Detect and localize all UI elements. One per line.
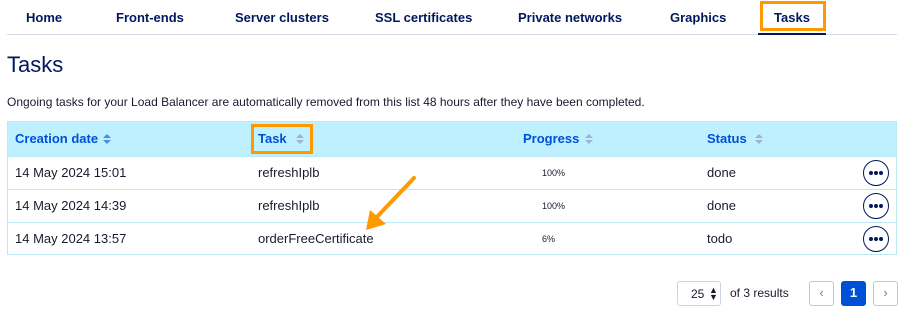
row-actions-button[interactable] <box>863 193 889 219</box>
page-1-button[interactable]: 1 <box>841 281 866 306</box>
tab-ssl-certificates[interactable]: SSL certificates <box>375 0 472 35</box>
progress-cell: 6% <box>542 234 556 244</box>
row-actions-button[interactable] <box>863 160 889 186</box>
chevron-left-icon: ‹ <box>819 285 824 300</box>
next-page-button[interactable]: › <box>873 281 898 306</box>
sort-icon[interactable] <box>755 134 763 146</box>
page-description: Ongoing tasks for your Load Balancer are… <box>7 95 645 109</box>
task-cell: refreshIplb <box>258 198 320 213</box>
updown-chevron-icon: ▲ ▼ <box>709 285 718 302</box>
sort-icon[interactable] <box>296 134 304 146</box>
progress-cell: 100% <box>542 201 566 211</box>
tab-tasks[interactable]: Tasks <box>758 0 826 35</box>
page-title: Tasks <box>7 52 64 77</box>
table-row: 14 May 2024 14:39 refreshIplb 100% done <box>8 189 896 222</box>
chevron-right-icon: › <box>883 285 888 300</box>
tab-graphics[interactable]: Graphics <box>670 0 726 35</box>
table-header: Creation date Task Progress Status <box>8 122 896 156</box>
tab-front-ends[interactable]: Front-ends <box>116 0 184 35</box>
page-size-value: 25 <box>691 287 705 301</box>
tab-bar: Home Front-ends Server clusters SSL cert… <box>7 0 897 35</box>
sort-icon[interactable] <box>103 134 111 146</box>
results-count: of 3 results <box>730 286 789 300</box>
task-cell: orderFreeCertificate <box>258 231 374 246</box>
tasks-table: Creation date Task Progress Status 14 Ma… <box>7 121 897 255</box>
row-actions-button[interactable] <box>863 226 889 252</box>
tab-home[interactable]: Home <box>26 0 62 35</box>
sort-icon[interactable] <box>585 134 593 146</box>
table-row: 14 May 2024 15:01 refreshIplb 100% done <box>8 156 896 189</box>
task-cell: refreshIplb <box>258 165 320 180</box>
tab-server-clusters[interactable]: Server clusters <box>235 0 329 35</box>
column-header-creation-date[interactable]: Creation date <box>15 122 98 156</box>
status-cell: todo <box>707 231 733 246</box>
status-cell: done <box>707 198 736 213</box>
creation-date-cell: 14 May 2024 14:39 <box>15 198 127 213</box>
column-header-status[interactable]: Status <box>707 122 747 156</box>
status-cell: done <box>707 165 736 180</box>
column-header-task[interactable]: Task <box>258 122 287 156</box>
tab-private-networks[interactable]: Private networks <box>518 0 622 35</box>
previous-page-button[interactable]: ‹ <box>809 281 834 306</box>
progress-cell: 100% <box>542 168 566 178</box>
table-row: 14 May 2024 13:57 orderFreeCertificate 6… <box>8 222 896 255</box>
column-header-progress[interactable]: Progress <box>523 122 579 156</box>
creation-date-cell: 14 May 2024 13:57 <box>15 231 127 246</box>
page-size-select[interactable]: 25 ▲ ▼ <box>677 281 721 306</box>
creation-date-cell: 14 May 2024 15:01 <box>15 165 127 180</box>
